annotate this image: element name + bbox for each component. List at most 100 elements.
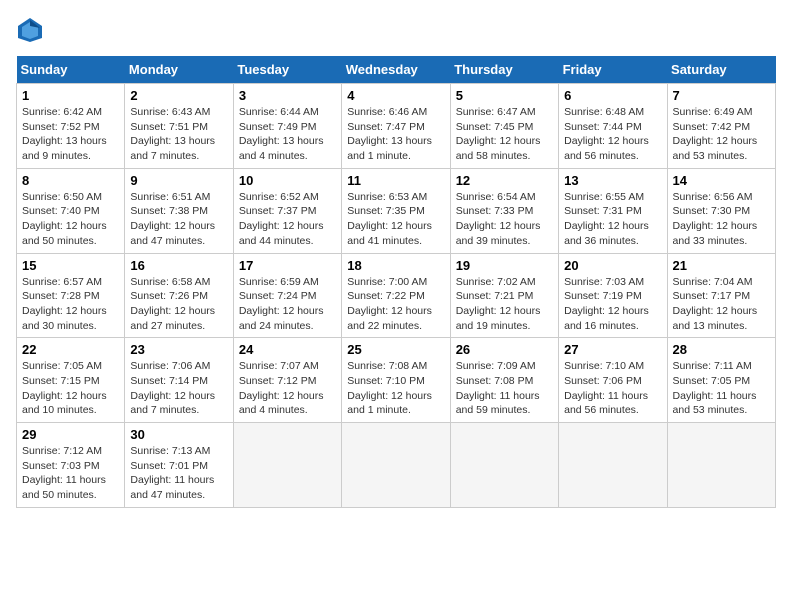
day-info: Sunrise: 6:53 AM Sunset: 7:35 PM Dayligh…: [347, 191, 432, 247]
day-number: 11: [347, 173, 444, 188]
empty-cell: [342, 423, 450, 508]
day-info: Sunrise: 6:59 AM Sunset: 7:24 PM Dayligh…: [239, 276, 324, 332]
day-info: Sunrise: 7:05 AM Sunset: 7:15 PM Dayligh…: [22, 360, 107, 416]
day-cell-30: 30 Sunrise: 7:13 AM Sunset: 7:01 PM Dayli…: [125, 423, 233, 508]
day-cell-10: 10 Sunrise: 6:52 AM Sunset: 7:37 PM Dayli…: [233, 168, 341, 253]
day-cell-14: 14 Sunrise: 6:56 AM Sunset: 7:30 PM Dayli…: [667, 168, 775, 253]
day-number: 2: [130, 88, 227, 103]
day-cell-22: 22Sunrise: 7:05 AM Sunset: 7:15 PM Dayli…: [17, 338, 125, 423]
calendar-table: SundayMondayTuesdayWednesdayThursdayFrid…: [16, 56, 776, 508]
day-info: Sunrise: 7:09 AM Sunset: 7:08 PM Dayligh…: [456, 360, 540, 416]
day-number: 24: [239, 342, 336, 357]
day-info: Sunrise: 6:58 AM Sunset: 7:26 PM Dayligh…: [130, 276, 215, 332]
empty-cell: [559, 423, 667, 508]
header-row: SundayMondayTuesdayWednesdayThursdayFrid…: [17, 56, 776, 84]
day-number: 8: [22, 173, 119, 188]
day-number: 13: [564, 173, 661, 188]
page-header: [16, 16, 776, 44]
week-row-1: 1Sunrise: 6:42 AM Sunset: 7:52 PM Daylig…: [17, 84, 776, 169]
day-info: Sunrise: 7:12 AM Sunset: 7:03 PM Dayligh…: [22, 445, 106, 501]
col-header-friday: Friday: [559, 56, 667, 84]
logo-icon: [16, 16, 44, 44]
day-cell-24: 24 Sunrise: 7:07 AM Sunset: 7:12 PM Dayli…: [233, 338, 341, 423]
col-header-thursday: Thursday: [450, 56, 558, 84]
day-info: Sunrise: 7:00 AM Sunset: 7:22 PM Dayligh…: [347, 276, 432, 332]
day-number: 16: [130, 258, 227, 273]
day-cell-15: 15 Sunrise: 6:57 AM Sunset: 7:28 PM Dayli…: [17, 253, 125, 338]
day-cell-28: 28 Sunrise: 7:11 AM Sunset: 7:05 PM Dayli…: [667, 338, 775, 423]
day-cell-8: 8 Sunrise: 6:50 AM Sunset: 7:40 PM Daylig…: [17, 168, 125, 253]
day-number: 12: [456, 173, 553, 188]
day-cell-4: 4 Sunrise: 6:46 AM Sunset: 7:47 PM Daylig…: [342, 84, 450, 169]
day-number: 6: [564, 88, 661, 103]
logo: [16, 16, 48, 44]
day-number: 28: [673, 342, 770, 357]
day-cell-7: 7 Sunrise: 6:49 AM Sunset: 7:42 PM Daylig…: [667, 84, 775, 169]
day-info: Sunrise: 6:57 AM Sunset: 7:28 PM Dayligh…: [22, 276, 107, 332]
empty-cell: [233, 423, 341, 508]
day-number: 27: [564, 342, 661, 357]
day-number: 19: [456, 258, 553, 273]
day-cell-3: 3 Sunrise: 6:44 AM Sunset: 7:49 PM Daylig…: [233, 84, 341, 169]
day-cell-18: 18 Sunrise: 7:00 AM Sunset: 7:22 PM Dayli…: [342, 253, 450, 338]
day-info: Sunrise: 7:13 AM Sunset: 7:01 PM Dayligh…: [130, 445, 214, 501]
day-number: 25: [347, 342, 444, 357]
day-number: 21: [673, 258, 770, 273]
day-info: Sunrise: 6:44 AM Sunset: 7:49 PM Dayligh…: [239, 106, 324, 162]
day-number: 18: [347, 258, 444, 273]
day-info: Sunrise: 7:06 AM Sunset: 7:14 PM Dayligh…: [130, 360, 215, 416]
col-header-saturday: Saturday: [667, 56, 775, 84]
day-info: Sunrise: 6:52 AM Sunset: 7:37 PM Dayligh…: [239, 191, 324, 247]
col-header-monday: Monday: [125, 56, 233, 84]
day-cell-27: 27 Sunrise: 7:10 AM Sunset: 7:06 PM Dayli…: [559, 338, 667, 423]
day-number: 15: [22, 258, 119, 273]
day-number: 7: [673, 88, 770, 103]
week-row-4: 22Sunrise: 7:05 AM Sunset: 7:15 PM Dayli…: [17, 338, 776, 423]
day-info: Sunrise: 7:11 AM Sunset: 7:05 PM Dayligh…: [673, 360, 757, 416]
day-number: 5: [456, 88, 553, 103]
day-cell-13: 13Sunrise: 6:55 AM Sunset: 7:31 PM Dayli…: [559, 168, 667, 253]
day-number: 30: [130, 427, 227, 442]
col-header-tuesday: Tuesday: [233, 56, 341, 84]
col-header-wednesday: Wednesday: [342, 56, 450, 84]
day-info: Sunrise: 7:07 AM Sunset: 7:12 PM Dayligh…: [239, 360, 324, 416]
day-cell-17: 17Sunrise: 6:59 AM Sunset: 7:24 PM Dayli…: [233, 253, 341, 338]
day-cell-25: 25 Sunrise: 7:08 AM Sunset: 7:10 PM Dayli…: [342, 338, 450, 423]
day-number: 9: [130, 173, 227, 188]
day-number: 14: [673, 173, 770, 188]
week-row-3: 15 Sunrise: 6:57 AM Sunset: 7:28 PM Dayli…: [17, 253, 776, 338]
day-number: 26: [456, 342, 553, 357]
day-cell-19: 19Sunrise: 7:02 AM Sunset: 7:21 PM Dayli…: [450, 253, 558, 338]
day-info: Sunrise: 7:03 AM Sunset: 7:19 PM Dayligh…: [564, 276, 649, 332]
day-info: Sunrise: 6:47 AM Sunset: 7:45 PM Dayligh…: [456, 106, 541, 162]
day-number: 1: [22, 88, 119, 103]
col-header-sunday: Sunday: [17, 56, 125, 84]
day-cell-12: 12 Sunrise: 6:54 AM Sunset: 7:33 PM Dayli…: [450, 168, 558, 253]
day-info: Sunrise: 6:51 AM Sunset: 7:38 PM Dayligh…: [130, 191, 215, 247]
empty-cell: [450, 423, 558, 508]
day-cell-23: 23 Sunrise: 7:06 AM Sunset: 7:14 PM Dayli…: [125, 338, 233, 423]
day-info: Sunrise: 7:10 AM Sunset: 7:06 PM Dayligh…: [564, 360, 648, 416]
day-info: Sunrise: 6:46 AM Sunset: 7:47 PM Dayligh…: [347, 106, 432, 162]
day-number: 3: [239, 88, 336, 103]
day-info: Sunrise: 6:50 AM Sunset: 7:40 PM Dayligh…: [22, 191, 107, 247]
day-info: Sunrise: 6:48 AM Sunset: 7:44 PM Dayligh…: [564, 106, 649, 162]
empty-cell: [667, 423, 775, 508]
day-info: Sunrise: 6:54 AM Sunset: 7:33 PM Dayligh…: [456, 191, 541, 247]
day-info: Sunrise: 6:56 AM Sunset: 7:30 PM Dayligh…: [673, 191, 758, 247]
week-row-5: 29Sunrise: 7:12 AM Sunset: 7:03 PM Dayli…: [17, 423, 776, 508]
day-info: Sunrise: 7:04 AM Sunset: 7:17 PM Dayligh…: [673, 276, 758, 332]
day-cell-11: 11 Sunrise: 6:53 AM Sunset: 7:35 PM Dayli…: [342, 168, 450, 253]
day-info: Sunrise: 7:08 AM Sunset: 7:10 PM Dayligh…: [347, 360, 432, 416]
day-number: 20: [564, 258, 661, 273]
day-cell-6: 6 Sunrise: 6:48 AM Sunset: 7:44 PM Daylig…: [559, 84, 667, 169]
day-info: Sunrise: 6:49 AM Sunset: 7:42 PM Dayligh…: [673, 106, 758, 162]
day-number: 10: [239, 173, 336, 188]
day-cell-20: 20 Sunrise: 7:03 AM Sunset: 7:19 PM Dayli…: [559, 253, 667, 338]
day-number: 4: [347, 88, 444, 103]
day-info: Sunrise: 6:43 AM Sunset: 7:51 PM Dayligh…: [130, 106, 215, 162]
day-number: 23: [130, 342, 227, 357]
week-row-2: 8 Sunrise: 6:50 AM Sunset: 7:40 PM Daylig…: [17, 168, 776, 253]
day-cell-9: 9 Sunrise: 6:51 AM Sunset: 7:38 PM Daylig…: [125, 168, 233, 253]
day-cell-5: 5 Sunrise: 6:47 AM Sunset: 7:45 PM Daylig…: [450, 84, 558, 169]
